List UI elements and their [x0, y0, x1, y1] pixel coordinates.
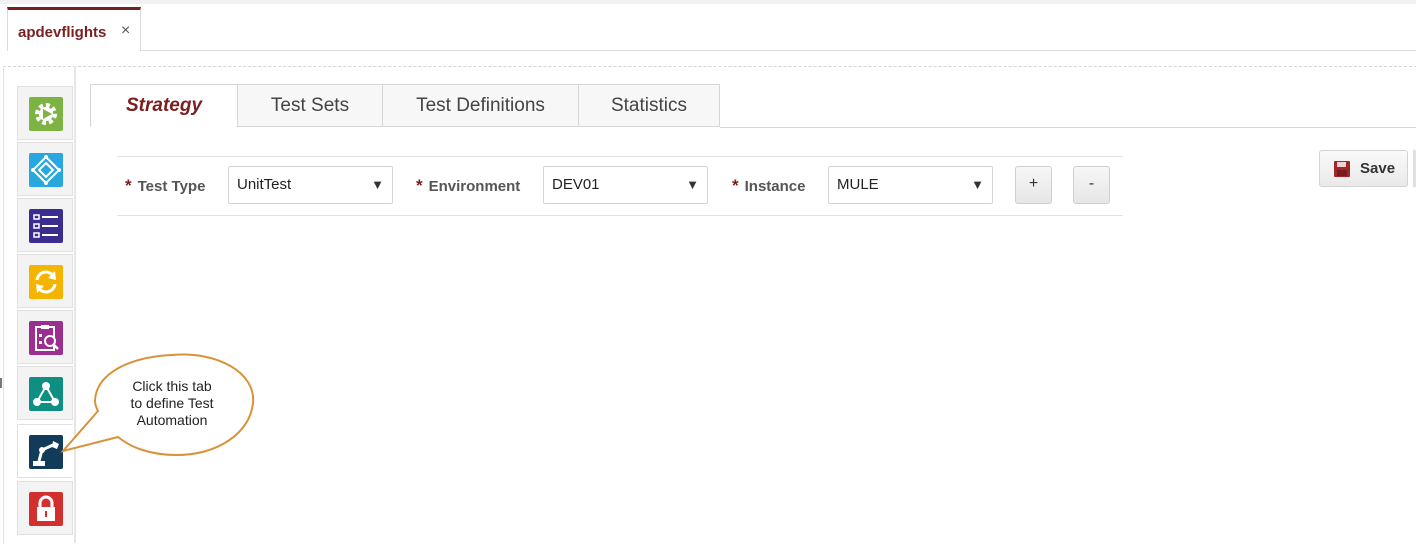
test-type-select[interactable]: UnitTest ▼: [228, 166, 393, 204]
required-marker: *: [732, 176, 739, 195]
tab-statistics-label: Statistics: [610, 95, 688, 116]
floppy-disk-icon: [1334, 161, 1350, 177]
instance-select[interactable]: MULE ▼: [828, 166, 993, 204]
clipboard-search-icon: [29, 321, 63, 355]
run-gear-icon: [29, 97, 63, 131]
refresh-icon: [29, 265, 63, 299]
chevron-down-icon: ▼: [971, 177, 984, 192]
environment-select[interactable]: DEV01 ▼: [543, 166, 708, 204]
save-button-label: Save: [1360, 160, 1396, 177]
sidebar-item-network[interactable]: [17, 142, 73, 196]
sidebar-item-run[interactable]: [17, 86, 73, 140]
close-icon[interactable]: ×: [121, 22, 130, 40]
environment-label: * Environment: [416, 176, 521, 195]
robot-arm-icon: [29, 435, 63, 469]
tab-strategy[interactable]: Strategy: [90, 84, 238, 127]
required-marker: *: [416, 176, 423, 195]
add-instance-button[interactable]: +: [1015, 166, 1052, 204]
tab-test-sets-label: Test Sets: [270, 95, 350, 116]
tab-test-definitions[interactable]: Test Definitions: [382, 84, 579, 127]
sidebar-item-list[interactable]: [17, 198, 73, 252]
tab-test-sets[interactable]: Test Sets: [237, 84, 383, 127]
tab-statistics[interactable]: Statistics: [578, 84, 720, 127]
chevron-down-icon: ▼: [371, 177, 384, 192]
callout-line: to define Test: [130, 395, 214, 411]
test-type-value: UnitTest: [237, 176, 292, 193]
diamond-network-icon: [29, 153, 63, 187]
callout-text: Click this tab to define Test Automation: [113, 378, 231, 429]
chevron-down-icon: ▼: [686, 177, 699, 192]
tab-test-definitions-label: Test Definitions: [416, 95, 545, 116]
sidebar-item-refresh[interactable]: [17, 254, 73, 308]
share-nodes-icon: [29, 377, 63, 411]
lock-icon: [29, 492, 63, 526]
main-panel: [75, 66, 1416, 543]
tabs-baseline: [720, 127, 1416, 128]
environment-value: DEV01: [552, 176, 600, 193]
top-strip: [0, 0, 1416, 4]
instance-value: MULE: [837, 176, 879, 193]
edge-marker: [0, 378, 2, 388]
callout-line: Click this tab: [132, 378, 212, 394]
test-type-label: * Test Type: [125, 176, 206, 195]
sidebar-item-security[interactable]: [17, 481, 73, 535]
callout-line: Automation: [136, 412, 208, 428]
instance-label: * Instance: [732, 176, 806, 195]
document-tab-baseline: [141, 50, 1416, 51]
list-icon: [29, 209, 63, 243]
document-tab[interactable]: apdevflights ×: [7, 7, 141, 51]
remove-instance-button[interactable]: -: [1073, 166, 1110, 204]
document-tab-title[interactable]: apdevflights: [18, 24, 106, 41]
tab-strategy-label: Strategy: [125, 95, 203, 116]
save-button[interactable]: Save: [1319, 150, 1408, 187]
strategy-form-row: * Test Type UnitTest ▼ * Environment DEV01…: [117, 156, 1123, 216]
required-marker: *: [125, 176, 132, 195]
sidebar-divider: [74, 66, 75, 543]
